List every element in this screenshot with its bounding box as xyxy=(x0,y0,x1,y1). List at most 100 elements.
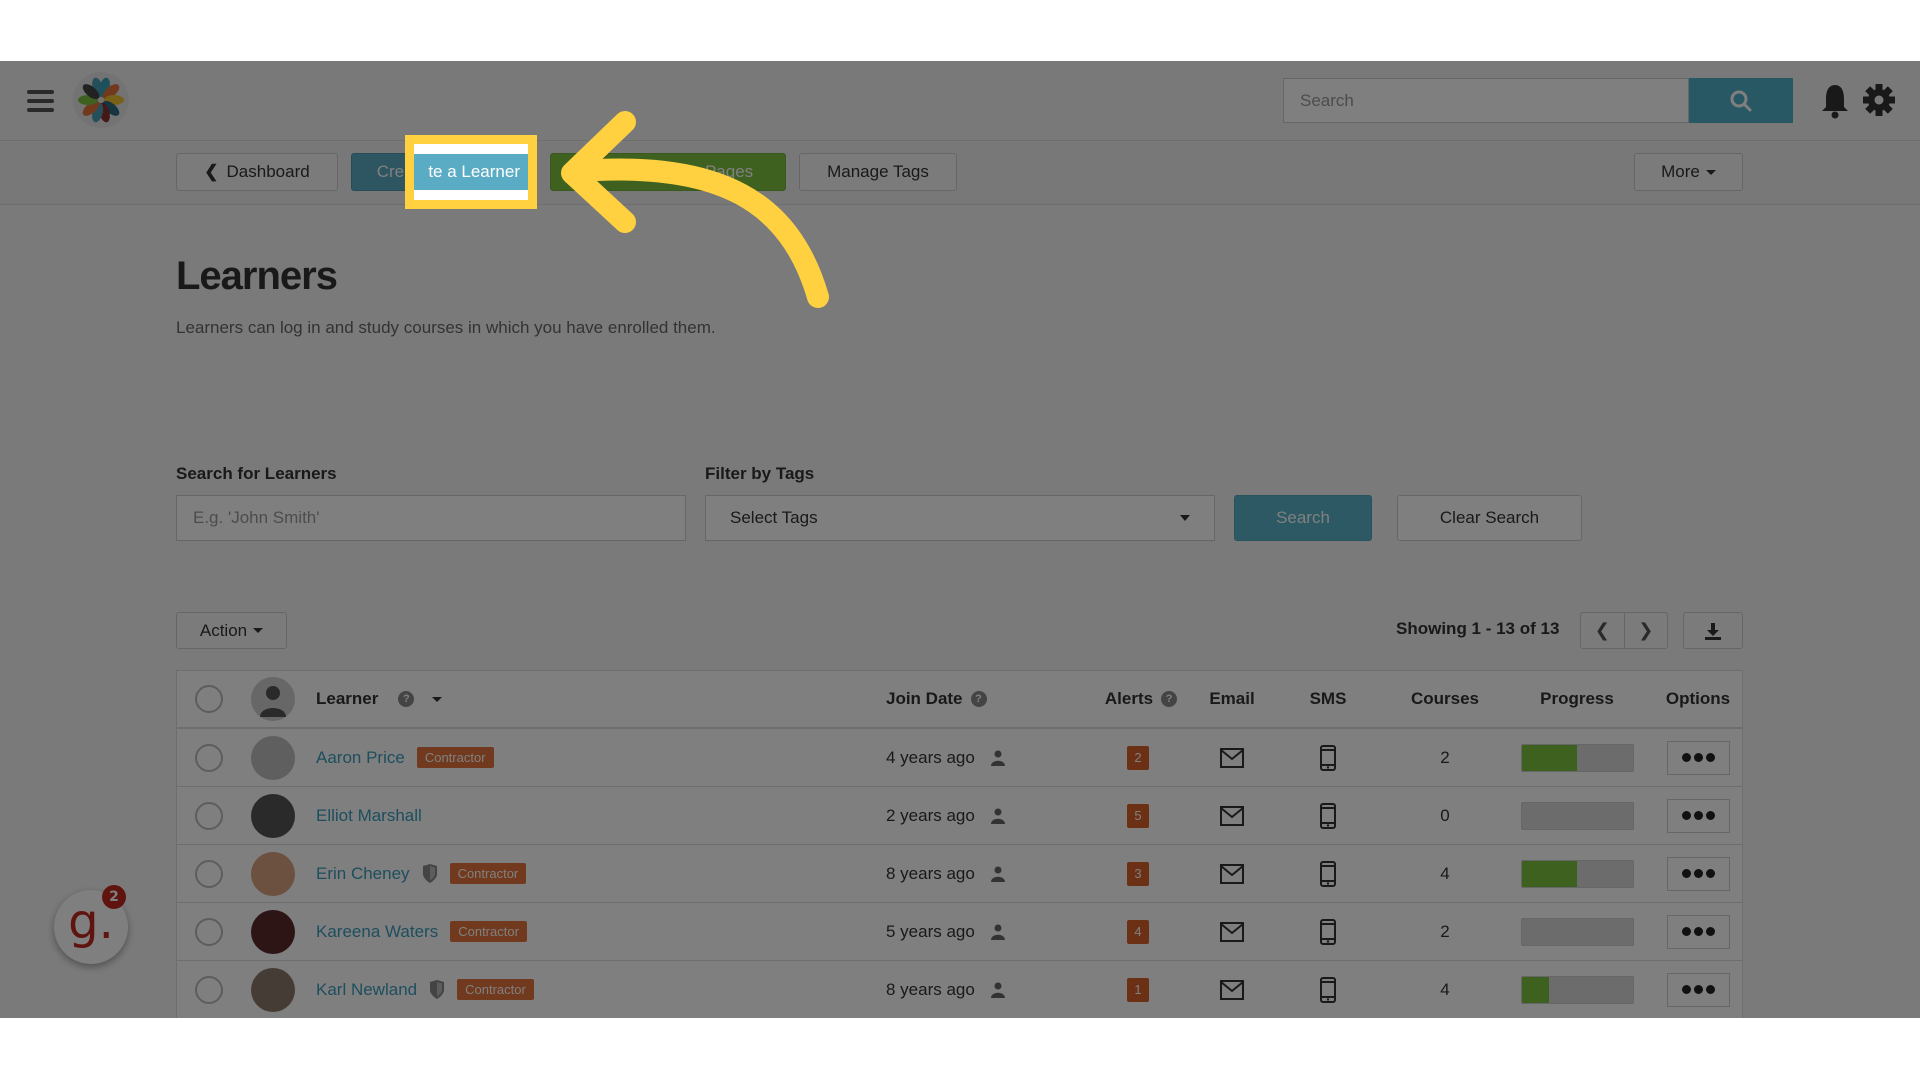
alert-count-badge[interactable]: 4 xyxy=(1127,919,1149,944)
options-button[interactable] xyxy=(1666,972,1730,1007)
learner-name-link[interactable]: Erin Cheney xyxy=(316,864,410,884)
alert-count-badge[interactable]: 2 xyxy=(1127,745,1149,770)
course-count: 2 xyxy=(1440,921,1450,941)
user-icon xyxy=(990,866,1005,882)
column-learner[interactable]: Learner? xyxy=(316,671,443,727)
clear-search-button[interactable]: Clear Search xyxy=(1397,495,1582,541)
phone-icon[interactable] xyxy=(1320,918,1336,945)
row-select-radio[interactable] xyxy=(195,859,223,888)
avatar xyxy=(251,967,295,1012)
phone-icon[interactable] xyxy=(1320,802,1336,829)
avatar xyxy=(251,735,295,780)
table-header: Learner? Join Date? Alerts? Email SMS Co… xyxy=(177,671,1742,729)
progress-bar xyxy=(1520,743,1634,772)
join-date: 8 years ago xyxy=(886,979,975,999)
help-icon[interactable]: ? xyxy=(970,691,987,707)
email-icon[interactable] xyxy=(1220,921,1244,942)
sort-caret-icon[interactable] xyxy=(432,696,443,702)
help-icon[interactable]: ? xyxy=(398,691,415,707)
pagination: ❮ ❯ xyxy=(1580,612,1668,649)
options-button[interactable] xyxy=(1666,798,1730,833)
email-icon[interactable] xyxy=(1220,805,1244,826)
highlighted-create-learner: te a Learner xyxy=(414,154,528,190)
column-sms: SMS xyxy=(1309,689,1347,708)
download-button[interactable] xyxy=(1683,612,1743,649)
learner-name-link[interactable]: Elliot Marshall xyxy=(316,806,422,826)
phone-icon[interactable] xyxy=(1320,976,1336,1003)
contractor-tag: Contractor xyxy=(450,921,527,942)
phone-icon[interactable] xyxy=(1320,860,1336,887)
caret-down-icon xyxy=(1180,515,1190,521)
action-label: Action xyxy=(199,620,248,640)
manage-tags-button[interactable]: Manage Tags xyxy=(799,153,957,191)
progress-fill xyxy=(1521,744,1577,771)
column-email: Email xyxy=(1209,689,1255,708)
page-subtitle: Learners can log in and study courses in… xyxy=(176,318,716,337)
learner-pages-button[interactable]: ...le Pages xyxy=(550,153,786,191)
default-avatar-icon xyxy=(251,677,295,721)
search-button[interactable]: Search xyxy=(1234,495,1372,541)
more-label: More xyxy=(1661,162,1700,181)
flower-logo[interactable] xyxy=(73,72,129,128)
tags-select[interactable]: Select Tags xyxy=(705,495,1215,541)
phone-icon[interactable] xyxy=(1320,744,1336,771)
email-icon[interactable] xyxy=(1220,979,1244,1000)
dashboard-button[interactable]: ❮ Dashboard xyxy=(176,153,338,191)
select-all-radio[interactable] xyxy=(195,685,223,713)
options-button[interactable] xyxy=(1666,856,1730,891)
table-row: Kareena Waters Contractor 5 years ago 4 … xyxy=(177,903,1742,961)
logo-petals-icon xyxy=(78,77,124,123)
table-body: Aaron Price Contractor 4 years ago 2 2 E… xyxy=(177,729,1742,1018)
bell-icon[interactable] xyxy=(1820,83,1850,119)
help-widget-button[interactable]: g. 2 xyxy=(54,885,128,964)
options-button[interactable] xyxy=(1666,740,1730,775)
learner-name-link[interactable]: Aaron Price xyxy=(316,748,405,768)
search-learners-label: Search for Learners xyxy=(176,464,337,483)
learners-table: Learner? Join Date? Alerts? Email SMS Co… xyxy=(176,670,1743,1018)
chevron-right-icon[interactable]: ❯ xyxy=(1625,613,1668,648)
global-search-input[interactable] xyxy=(1283,78,1689,123)
chevron-left-icon[interactable]: ❮ xyxy=(1581,613,1625,648)
progress-fill xyxy=(1521,976,1550,1003)
options-button[interactable] xyxy=(1666,914,1730,949)
highlight-box[interactable]: te a Learner xyxy=(405,135,537,209)
gear-icon[interactable] xyxy=(1862,83,1896,117)
column-progress: Progress xyxy=(1540,689,1614,708)
app-window: ❮Dashboard Create a Learner ...le Pages … xyxy=(0,61,1920,1018)
alert-count-badge[interactable]: 5 xyxy=(1127,803,1149,828)
learner-name-link[interactable]: Kareena Waters xyxy=(316,922,438,942)
caret-down-icon xyxy=(253,628,264,633)
page-title: Learners xyxy=(176,254,338,298)
course-count: 4 xyxy=(1440,979,1450,999)
hamburger-icon[interactable] xyxy=(27,90,54,112)
row-select-radio[interactable] xyxy=(195,917,223,946)
row-select-radio[interactable] xyxy=(195,975,223,1004)
alert-count-badge[interactable]: 1 xyxy=(1127,977,1149,1002)
notification-badge: 2 xyxy=(102,885,126,909)
help-icon[interactable]: ? xyxy=(1161,691,1178,707)
table-row: Elliot Marshall 2 years ago 5 0 xyxy=(177,787,1742,845)
table-row: Karl Newland Contractor 8 years ago 1 4 xyxy=(177,961,1742,1018)
progress-bar xyxy=(1520,975,1634,1004)
global-search-button[interactable] xyxy=(1689,78,1793,123)
action-dropdown[interactable]: Action xyxy=(176,612,287,649)
progress-fill xyxy=(1521,860,1577,887)
search-learners-input[interactable] xyxy=(176,495,686,541)
course-count: 2 xyxy=(1440,747,1450,767)
email-icon[interactable] xyxy=(1220,863,1244,884)
shield-icon xyxy=(422,863,437,883)
more-dropdown[interactable]: More xyxy=(1634,153,1743,191)
email-icon[interactable] xyxy=(1220,747,1244,768)
join-date: 5 years ago xyxy=(886,921,975,941)
alert-count-badge[interactable]: 3 xyxy=(1127,861,1149,886)
user-icon xyxy=(990,808,1005,824)
progress-bar xyxy=(1520,917,1634,946)
column-alerts: Alerts? xyxy=(1081,671,1201,727)
pagination-summary: Showing 1 - 13 of 13 xyxy=(1396,619,1560,638)
table-row: Erin Cheney Contractor 8 years ago 3 4 xyxy=(177,845,1742,903)
row-select-radio[interactable] xyxy=(195,743,223,772)
learner-name-link[interactable]: Karl Newland xyxy=(316,980,417,1000)
join-date: 8 years ago xyxy=(886,863,975,883)
dashboard-label: Dashboard xyxy=(226,162,310,181)
row-select-radio[interactable] xyxy=(195,801,223,830)
